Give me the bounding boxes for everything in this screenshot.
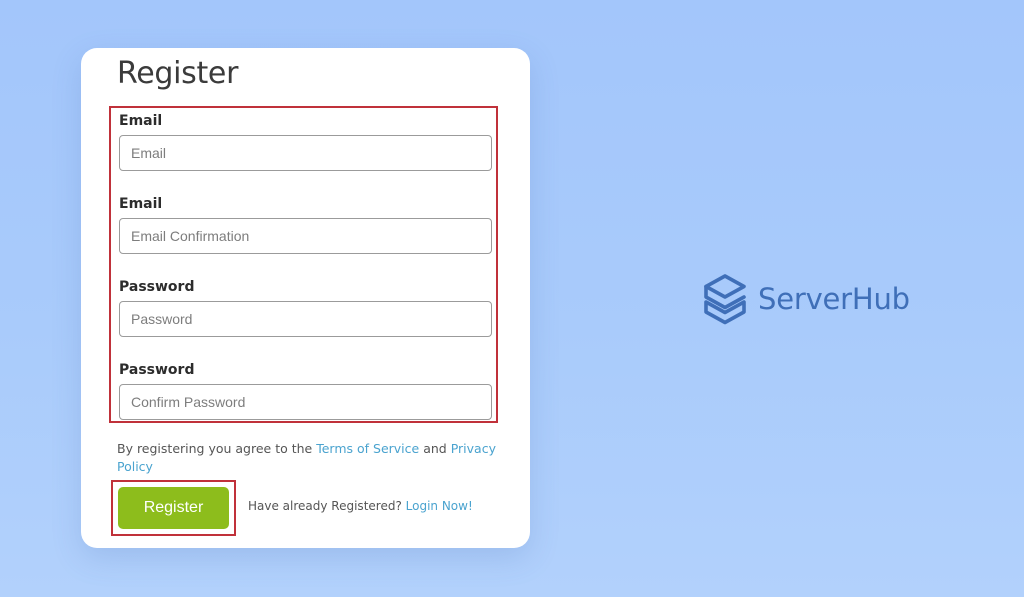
confirm-password-input[interactable] xyxy=(119,384,492,420)
fields-highlight-box: Email Email Password Password xyxy=(109,106,498,423)
login-now-link[interactable]: Login Now! xyxy=(406,499,473,513)
brand-name: ServerHub xyxy=(758,282,910,316)
stacked-layers-icon xyxy=(704,274,746,325)
email-confirmation-label: Email xyxy=(119,196,163,212)
register-highlight-box: Register xyxy=(111,480,236,536)
email-label: Email xyxy=(119,113,163,129)
password-input[interactable] xyxy=(119,301,492,337)
email-confirmation-input[interactable] xyxy=(119,218,492,254)
brand-logo: ServerHub xyxy=(702,273,910,325)
terms-prefix: By registering you agree to the xyxy=(117,441,317,456)
register-card: Register Email Email Password Password B… xyxy=(81,48,530,548)
terms-of-service-link[interactable]: Terms of Service xyxy=(316,441,419,456)
terms-notice: By registering you agree to the Terms of… xyxy=(117,440,497,476)
already-registered-text: Have already Registered? Login Now! xyxy=(248,497,473,515)
terms-middle: and xyxy=(419,441,451,456)
page-title: Register xyxy=(117,56,239,91)
confirm-password-label: Password xyxy=(119,362,195,378)
already-registered-prefix: Have already Registered? xyxy=(248,499,406,513)
password-label: Password xyxy=(119,279,195,295)
email-input[interactable] xyxy=(119,135,492,171)
register-button[interactable]: Register xyxy=(118,487,229,529)
